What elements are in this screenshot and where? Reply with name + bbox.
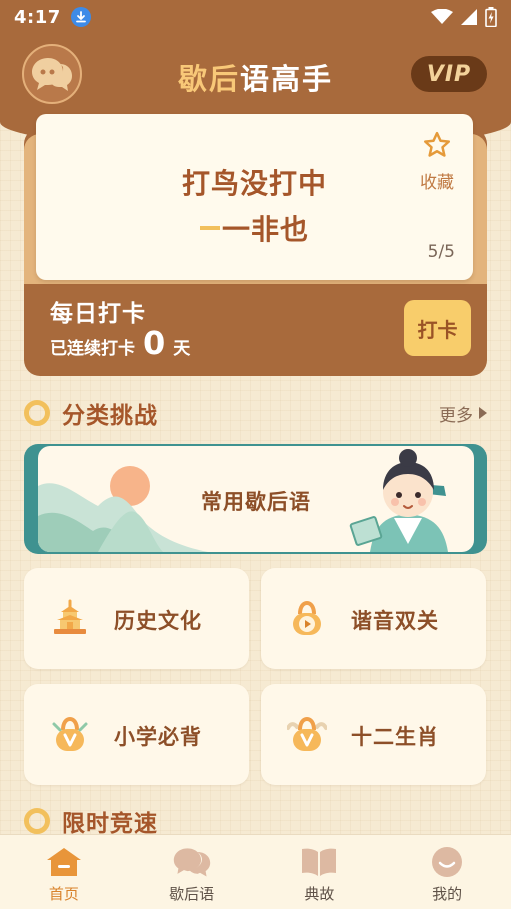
checkin-button[interactable]: 打卡 xyxy=(404,300,471,356)
riddle-counter: 5/5 xyxy=(427,242,455,262)
zodiac-lock-icon xyxy=(287,716,327,751)
category-tile-zodiac[interactable]: 十二生肖 xyxy=(261,684,486,785)
book-icon xyxy=(299,845,339,879)
more-link[interactable]: 更多 xyxy=(439,401,487,426)
category-label: 十二生肖 xyxy=(351,725,439,749)
streak-unit: 天 xyxy=(173,339,191,359)
riddle-answer-row: 一非也 xyxy=(36,208,473,248)
category-tile-puns[interactable]: 谐音双关 xyxy=(261,568,486,669)
favorite-button[interactable]: 收藏 xyxy=(417,130,457,193)
wifi-icon xyxy=(431,9,453,24)
common-idioms-banner[interactable]: 常用歇后语 xyxy=(24,444,487,554)
category-section-header: 分类挑战 更多 xyxy=(24,396,487,430)
ring-icon xyxy=(24,808,50,834)
status-indicators xyxy=(431,7,497,27)
tab-allusions[interactable]: 典故 xyxy=(256,835,384,909)
pagoda-icon xyxy=(54,599,86,634)
download-icon xyxy=(70,7,91,27)
answer-dash xyxy=(199,226,220,230)
banner-inner: 常用歇后语 xyxy=(38,446,474,552)
app-header: 歇后语高手 VIP xyxy=(0,40,511,108)
tab-label: 歇后语 xyxy=(169,885,215,903)
status-time: 4:17 xyxy=(14,6,61,28)
app-title-accent: 歇后 xyxy=(177,62,240,96)
arrow-right-icon xyxy=(479,407,487,419)
app-title-main: 语高手 xyxy=(240,62,334,96)
tab-label: 首页 xyxy=(48,885,79,903)
timed-section-header: 限时竞速 xyxy=(24,804,487,838)
riddle-card[interactable]: 打鸟没打中 一非也 收藏 5/5 xyxy=(36,114,473,280)
favorite-label: 收藏 xyxy=(420,173,454,193)
timed-section-title: 限时竞速 xyxy=(62,811,158,837)
category-label: 历史文化 xyxy=(114,609,202,633)
star-icon xyxy=(424,131,450,157)
vip-label: VIP xyxy=(426,61,472,87)
riddle-question: 打鸟没打中 xyxy=(181,167,327,200)
signal-icon xyxy=(461,9,477,25)
bottom-tab-bar: 首页 歇后语 典故 我的 xyxy=(0,834,511,909)
tab-idioms[interactable]: 歇后语 xyxy=(128,835,256,909)
category-section-title: 分类挑战 xyxy=(62,403,158,429)
tab-mine[interactable]: 我的 xyxy=(383,835,511,909)
battery-icon xyxy=(485,7,497,27)
riddle-answer: 一非也 xyxy=(221,213,309,246)
tab-label: 典故 xyxy=(304,885,335,903)
hero-panel: 打鸟没打中 一非也 收藏 5/5 每日打卡 已连续打卡 0 天 打卡 xyxy=(24,114,487,376)
tab-home[interactable]: 首页 xyxy=(0,835,128,909)
lock-v-icon xyxy=(52,716,88,751)
smile-icon xyxy=(427,845,467,879)
category-tile-history[interactable]: 历史文化 xyxy=(24,568,249,669)
streak-days: 0 xyxy=(143,324,166,362)
lock-play-icon xyxy=(293,600,321,635)
category-tile-primary[interactable]: 小学必背 xyxy=(24,684,249,785)
more-label: 更多 xyxy=(439,405,473,426)
scholar-girl-illustration xyxy=(349,449,448,552)
category-label: 小学必背 xyxy=(114,725,202,749)
vip-button[interactable]: VIP xyxy=(411,56,487,92)
checkin-button-label: 打卡 xyxy=(417,317,458,342)
category-label: 谐音双关 xyxy=(351,609,439,633)
chat-bubbles-icon xyxy=(172,845,212,879)
streak-label: 已连续打卡 xyxy=(50,339,135,359)
home-icon xyxy=(44,845,84,879)
checkin-title: 每日打卡 xyxy=(50,301,146,327)
status-bar: 4:17 xyxy=(0,0,511,34)
checkin-streak: 已连续打卡 0 天 xyxy=(50,324,190,362)
ring-icon xyxy=(24,400,50,426)
tab-label: 我的 xyxy=(432,885,463,903)
